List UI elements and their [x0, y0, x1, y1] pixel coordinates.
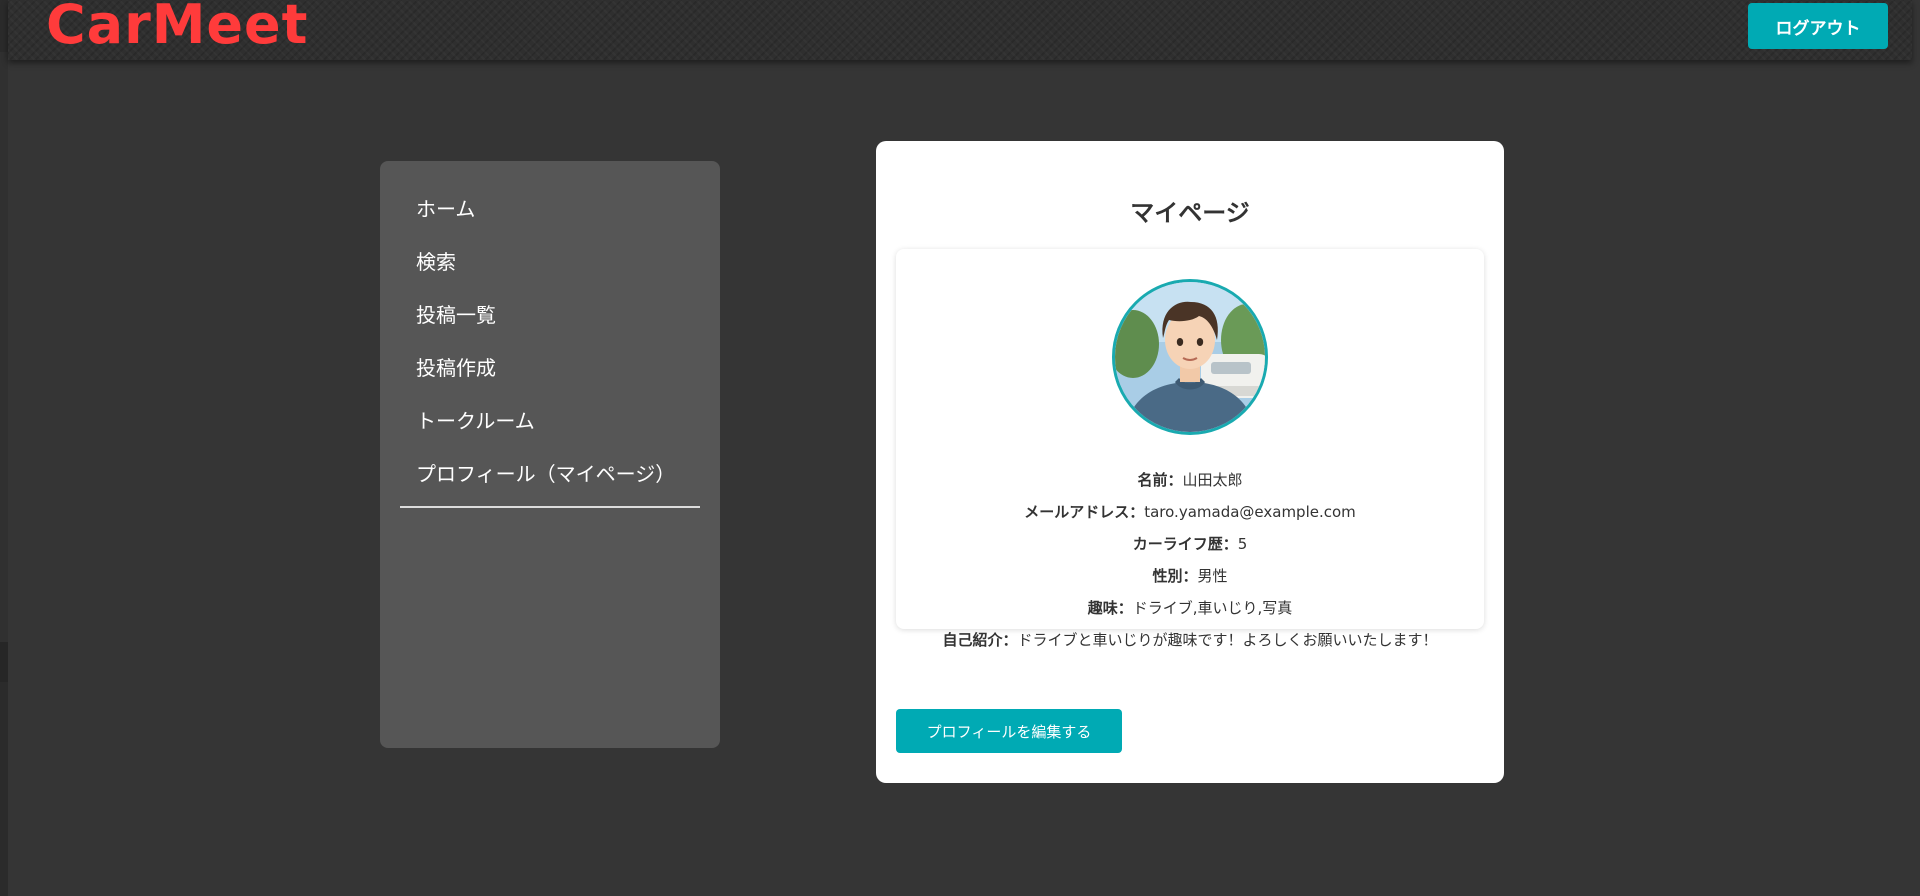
- profile-email-value: taro.yamada@example.com: [1144, 503, 1356, 521]
- profile-email-label: メールアドレス：: [1024, 503, 1145, 521]
- profile-hobby-value: ドライブ,車いじり,写真: [1132, 599, 1293, 617]
- profile-career-value: 5: [1237, 535, 1248, 553]
- profile-gender-label: 性別：: [1152, 567, 1198, 585]
- logout-button[interactable]: ログアウト: [1748, 3, 1888, 49]
- profile-email-row: メールアドレス：taro.yamada@example.com: [896, 501, 1484, 522]
- profile-career-row: カーライフ歴：5: [896, 533, 1484, 554]
- edit-profile-button[interactable]: プロフィールを編集する: [896, 709, 1122, 753]
- avatar-image: [1115, 282, 1265, 432]
- mypage-card: マイページ 名前：山田太郎 メールアドレス：taro.yamada@exampl…: [876, 141, 1504, 783]
- profile-card: 名前：山田太郎 メールアドレス：taro.yamada@example.com …: [896, 249, 1484, 649]
- profile-name-value: 山田太郎: [1182, 471, 1243, 489]
- sidebar-item-create-post[interactable]: 投稿作成: [416, 353, 496, 383]
- sidebar-item-talk-room[interactable]: トークルーム: [416, 406, 535, 436]
- sidebar-item-search[interactable]: 検索: [416, 247, 456, 277]
- profile-gender-value: 男性: [1197, 567, 1228, 585]
- profile-intro-value: ドライブと車いじりが趣味です！よろしくお願いいたします！: [1017, 631, 1438, 649]
- sidebar-divider: [400, 506, 700, 508]
- sidebar: ホーム 検索 投稿一覧 投稿作成 トークルーム プロフィール（マイページ）: [380, 161, 720, 748]
- window-edge-segment: [0, 642, 8, 682]
- app-logo[interactable]: CarMeet: [46, 0, 309, 56]
- avatar: [1112, 279, 1268, 435]
- profile-intro-row: 自己紹介：ドライブと車いじりが趣味です！よろしくお願いいたします！: [896, 629, 1484, 650]
- app-header: CarMeet ログアウト: [8, 0, 1912, 60]
- sidebar-item-profile[interactable]: プロフィール（マイページ）: [416, 459, 675, 489]
- sidebar-item-post-list[interactable]: 投稿一覧: [416, 300, 496, 330]
- window-edge-segment: [0, 52, 8, 642]
- profile-intro-label: 自己紹介：: [942, 631, 1018, 649]
- profile-name-label: 名前：: [1137, 471, 1183, 489]
- window-edge: [0, 0, 8, 896]
- profile-gender-row: 性別：男性: [896, 565, 1484, 586]
- profile-hobby-row: 趣味：ドライブ,車いじり,写真: [896, 597, 1484, 618]
- profile-career-label: カーライフ歴：: [1132, 535, 1238, 553]
- page-title: マイページ: [1130, 199, 1250, 227]
- profile-hobby-label: 趣味：: [1087, 599, 1133, 617]
- profile-name-row: 名前：山田太郎: [896, 469, 1484, 490]
- sidebar-item-home[interactable]: ホーム: [416, 194, 475, 224]
